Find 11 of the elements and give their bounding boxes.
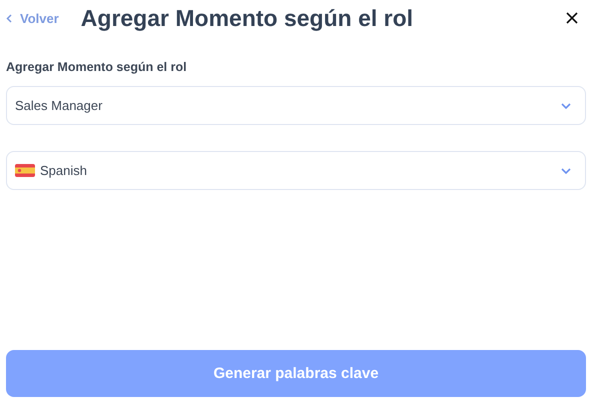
page-title: Agregar Momento según el rol: [80, 4, 414, 32]
close-icon: [566, 12, 578, 24]
dropdown-value: Spanish: [40, 163, 88, 178]
flag-icon: [15, 164, 35, 177]
chevron-left-icon: [6, 14, 12, 22]
chevron-down-icon: [561, 102, 571, 108]
dropdown-value: Sales Manager: [15, 98, 104, 113]
chevron-down-icon: [561, 168, 571, 174]
dropdown-field[interactable]: Spanish: [6, 151, 586, 190]
dropdown-field[interactable]: Sales Manager: [6, 86, 586, 125]
field-label: Agregar Momento según el rol: [6, 60, 188, 74]
